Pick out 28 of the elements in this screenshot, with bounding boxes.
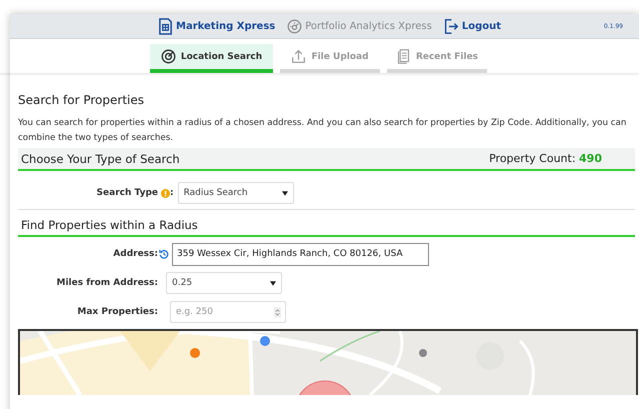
address-field[interactable]: 359 Wessex Cir, Highlands Ranch, CO 80126, USA bbox=[172, 242, 429, 266]
nav-link[interactable]: Marketing Xpress bbox=[158, 18, 276, 34]
field-label: Max Properties: bbox=[76, 307, 158, 317]
max-properties-field[interactable]: e.g. 250 bbox=[170, 301, 286, 323]
upload-icon bbox=[291, 49, 306, 64]
field-label: Miles from Address: bbox=[56, 278, 158, 288]
nav-link[interactable]: Logout bbox=[444, 18, 501, 34]
caret-icon bbox=[270, 280, 276, 286]
document-icon bbox=[396, 49, 411, 64]
spinner-icon[interactable] bbox=[274, 307, 281, 318]
grid-icon bbox=[158, 18, 173, 34]
history-icon[interactable] bbox=[159, 249, 169, 259]
field-label: Address: bbox=[112, 249, 158, 259]
section-title: Find Properties within a Radius bbox=[18, 218, 635, 237]
section-title: Choose Your Type of Search bbox=[21, 152, 180, 166]
intro-text: You can search for properties within a radius of a chosen address. And you can also search for properties by Zip Code. Additionally, you can combine the two types of searches. bbox=[18, 117, 628, 145]
gauge-icon bbox=[287, 18, 302, 34]
logout-icon bbox=[444, 18, 459, 34]
target-icon bbox=[160, 49, 176, 64]
miles-select[interactable]: 0.25 bbox=[166, 272, 282, 294]
search-type-select[interactable]: Radius Search bbox=[178, 182, 294, 204]
caret-icon bbox=[282, 190, 288, 196]
property-count: Property Count: 490 bbox=[489, 152, 602, 165]
info-icon[interactable] bbox=[161, 188, 170, 198]
tab[interactable]: Location Search bbox=[150, 44, 273, 73]
page-title: Search for Properties bbox=[18, 93, 145, 107]
field-label: : bbox=[170, 188, 174, 198]
field-label: Search Type bbox=[96, 188, 158, 198]
